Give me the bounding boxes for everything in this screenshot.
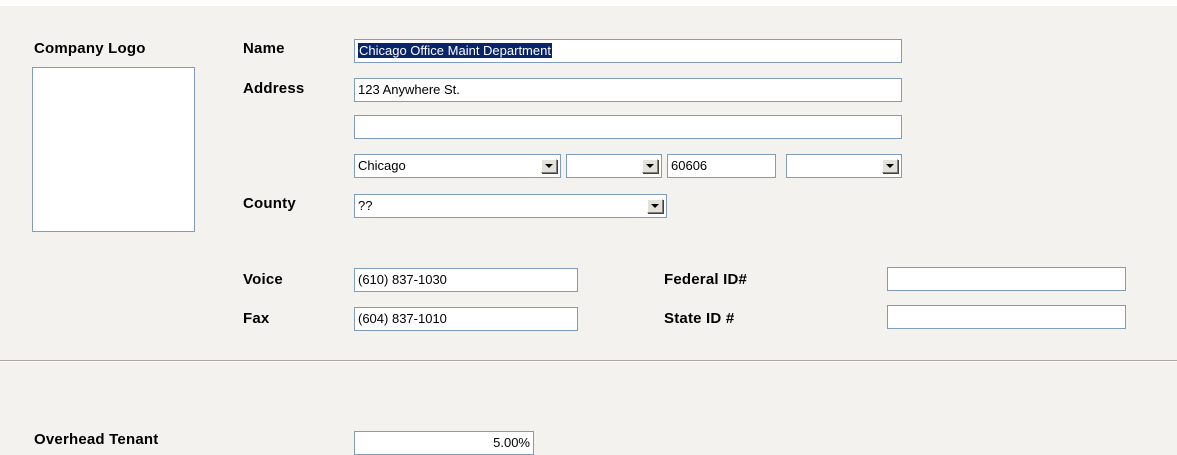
top-strip <box>0 0 1177 6</box>
company-logo-box[interactable] <box>32 67 195 232</box>
city-dropdown[interactable]: Chicago <box>354 154 561 178</box>
state-id-label: State ID # <box>664 310 735 327</box>
zip-ext-dropdown[interactable] <box>786 154 902 178</box>
section-divider <box>0 360 1177 362</box>
address-line2-field[interactable] <box>354 115 902 139</box>
name-field-value: Chicago Office Maint Department <box>358 43 552 58</box>
county-dropdown[interactable]: ?? <box>354 194 667 218</box>
fax-field[interactable]: (604) 837-1010 <box>354 307 578 331</box>
voice-field[interactable]: (610) 837-1030 <box>354 268 578 292</box>
fax-label: Fax <box>243 310 270 327</box>
state-dropdown[interactable] <box>566 154 662 178</box>
federal-id-label: Federal ID# <box>664 271 748 288</box>
overhead-tenant-field[interactable]: 5.00% <box>354 431 534 455</box>
overhead-tenant-label: Overhead Tenant <box>34 431 159 448</box>
chevron-down-icon[interactable] <box>541 159 557 173</box>
name-field[interactable]: Chicago Office Maint Department <box>354 39 902 63</box>
voice-label: Voice <box>243 271 283 288</box>
county-label: County <box>243 195 296 212</box>
company-logo-label: Company Logo <box>34 40 146 57</box>
zip-field[interactable]: 60606 <box>667 154 776 178</box>
chevron-down-icon[interactable] <box>642 159 658 173</box>
chevron-down-icon[interactable] <box>882 159 898 173</box>
city-value: Chicago <box>358 158 406 173</box>
federal-id-field[interactable] <box>887 267 1126 291</box>
county-value: ?? <box>358 198 373 213</box>
chevron-down-icon[interactable] <box>647 199 663 213</box>
address-label: Address <box>243 80 305 97</box>
name-label: Name <box>243 40 285 57</box>
state-id-field[interactable] <box>887 305 1126 329</box>
address-line1-field[interactable]: 123 Anywhere St. <box>354 78 902 102</box>
